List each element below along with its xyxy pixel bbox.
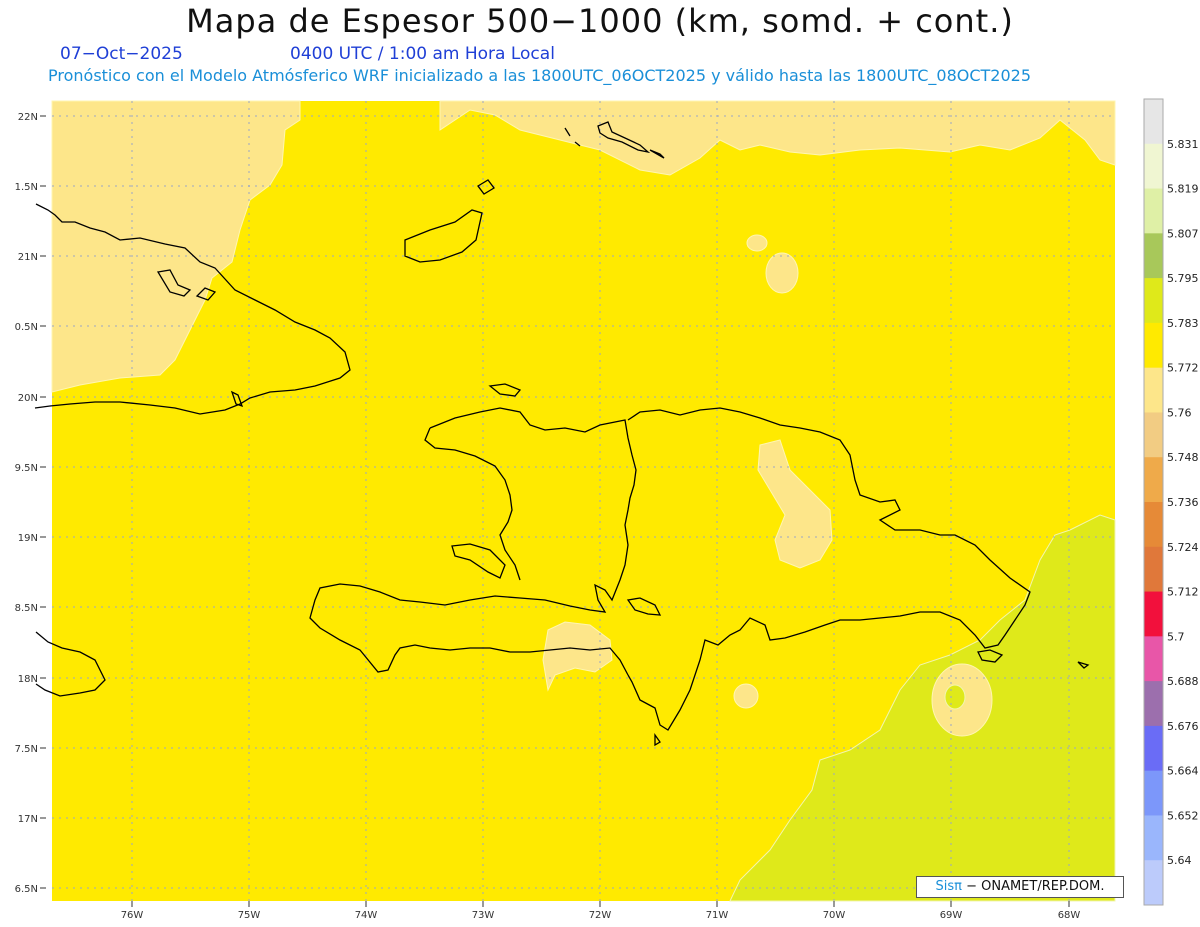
colorbar-level-label: 5.76 bbox=[1167, 406, 1192, 419]
colorbar-level-label: 5.772 bbox=[1167, 362, 1199, 375]
green-yellow-core bbox=[944, 684, 966, 710]
colorbar-level-label: 5.748 bbox=[1167, 451, 1199, 464]
colorbar-swatch bbox=[1144, 681, 1163, 727]
lat-label: 18N bbox=[18, 674, 38, 685]
lat-label: 0.5N bbox=[15, 322, 38, 333]
lat-label: 19N bbox=[18, 533, 38, 544]
colorbar-swatch bbox=[1144, 278, 1163, 324]
colorbar-level-label: 5.831 bbox=[1167, 138, 1199, 151]
colorbar-level-label: 5.712 bbox=[1167, 586, 1199, 599]
credit-box: Sisπ − ONAMET/REP.DOM. bbox=[916, 876, 1124, 898]
lat-label: 9.5N bbox=[15, 463, 38, 474]
colorbar-swatch bbox=[1144, 546, 1163, 593]
colorbar-level-label: 5.783 bbox=[1167, 317, 1199, 330]
lon-label: 70W bbox=[823, 910, 846, 921]
lon-label: 75W bbox=[238, 910, 261, 921]
colorbar-level-label: 5.795 bbox=[1167, 272, 1199, 285]
lon-ticks bbox=[131, 901, 1070, 907]
colorbar-swatch bbox=[1144, 322, 1163, 369]
lat-label: 20N bbox=[18, 393, 38, 404]
colorbar-swatch bbox=[1144, 860, 1163, 906]
colorbar-swatch bbox=[1144, 143, 1163, 190]
colorbar-swatch bbox=[1144, 502, 1163, 548]
colorbar: 5.831 5.819 5.807 5.795 5.783 5.772 5.76 5.748 5… bbox=[1143, 98, 1199, 906]
lat-label: 17N bbox=[18, 814, 38, 825]
lat-ticks bbox=[40, 115, 46, 889]
colorbar-level-label: 5.652 bbox=[1167, 809, 1199, 822]
light-yellow-blob bbox=[733, 683, 759, 709]
colorbar-swatch bbox=[1144, 457, 1163, 503]
lon-label: 73W bbox=[472, 910, 495, 921]
colorbar-level-label: 5.807 bbox=[1167, 227, 1199, 240]
lon-axis: 76W 75W 74W 73W 72W 71W 70W 69W 68W bbox=[121, 910, 1081, 921]
lat-axis: 22N 1.5N 21N 0.5N 20N 9.5N 19N 8.5N 18N … bbox=[15, 112, 38, 895]
lat-label: 8.5N bbox=[15, 603, 38, 614]
colorbar-swatch bbox=[1144, 367, 1163, 413]
light-yellow-blob bbox=[765, 252, 799, 294]
colorbar-swatch bbox=[1144, 815, 1163, 861]
lon-label: 74W bbox=[355, 910, 378, 921]
map-figure: 22N 1.5N 21N 0.5N 20N 9.5N 19N 8.5N 18N … bbox=[15, 98, 1199, 921]
lat-label: 22N bbox=[18, 112, 38, 123]
colorbar-swatch bbox=[1144, 725, 1163, 772]
lat-label: 7.5N bbox=[15, 744, 38, 755]
lon-label: 69W bbox=[940, 910, 963, 921]
colorbar-level-label: 5.664 bbox=[1167, 765, 1199, 778]
colorbar-swatch bbox=[1144, 412, 1163, 458]
colorbar-swatch bbox=[1144, 233, 1163, 279]
lat-label: 1.5N bbox=[15, 182, 38, 193]
light-yellow-blob bbox=[746, 234, 768, 252]
colorbar-swatch bbox=[1144, 188, 1163, 234]
colorbar-level-label: 5.819 bbox=[1167, 183, 1199, 196]
colorbar-level-label: 5.676 bbox=[1167, 720, 1199, 733]
lat-label: 21N bbox=[18, 252, 38, 263]
colorbar-level-label: 5.736 bbox=[1167, 496, 1199, 509]
lon-label: 76W bbox=[121, 910, 144, 921]
lon-label: 71W bbox=[706, 910, 729, 921]
colorbar-level-label: 5.7 bbox=[1167, 630, 1185, 643]
colorbar-level-label: 5.64 bbox=[1167, 854, 1192, 867]
credit-brand: Sisπ bbox=[935, 879, 962, 894]
credit-text: − ONAMET/REP.DOM. bbox=[966, 879, 1105, 894]
colorbar-swatch bbox=[1144, 591, 1163, 637]
lon-label: 72W bbox=[589, 910, 612, 921]
lon-label: 68W bbox=[1058, 910, 1081, 921]
colorbar-swatch bbox=[1144, 636, 1163, 682]
colorbar-swatch bbox=[1144, 99, 1163, 145]
lat-label: 6.5N bbox=[15, 884, 38, 895]
colorbar-swatch bbox=[1144, 770, 1163, 816]
colorbar-level-label: 5.724 bbox=[1167, 541, 1199, 554]
colorbar-level-label: 5.688 bbox=[1167, 675, 1199, 688]
